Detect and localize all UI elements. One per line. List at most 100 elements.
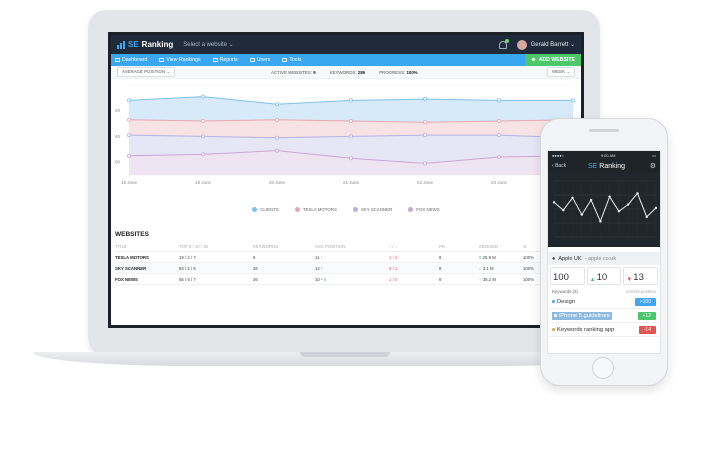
data-point [201, 152, 206, 157]
row-avg-position: 12 • [315, 266, 389, 271]
y-tick-label: 60 [115, 160, 121, 165]
data-point [274, 135, 279, 140]
data-point [274, 102, 279, 107]
mini-series-line [553, 192, 657, 223]
user-menu[interactable]: Gerald Barrett ⌄ [531, 41, 575, 48]
phone-status-bar: ●●●●○ 9:00 AM ▭ [548, 151, 660, 159]
col-updown[interactable]: ↑ / ↓ [389, 244, 439, 249]
x-tick-label: 21 June [343, 180, 360, 185]
legend-dot [294, 207, 300, 212]
nav-users[interactable]: Users [249, 57, 271, 63]
nav-view-rankings[interactable]: View Rankings [159, 57, 201, 63]
row-title[interactable]: FOX NEWS [115, 277, 179, 282]
data-point [422, 161, 427, 166]
nav-label: Dashboard [122, 57, 148, 63]
data-point [348, 134, 353, 139]
keywords-stat: KEYWORDS: 286 [330, 70, 365, 75]
legend-dot [352, 207, 358, 212]
avatar[interactable] [516, 39, 527, 50]
legend-item[interactable]: FOX NEWS [408, 207, 440, 212]
phone-title: SE Ranking [588, 163, 625, 170]
period-select[interactable]: WEEK ⌄ [547, 67, 575, 77]
col-keywords[interactable]: KEYWORDS [253, 244, 315, 249]
legend-item[interactable]: CLIENTS [252, 207, 279, 212]
mini-data-point [552, 201, 556, 204]
back-button[interactable]: ‹ Back [552, 163, 566, 169]
nav-tools[interactable]: Tools [282, 57, 301, 63]
battery-icon: ▭ [652, 152, 656, 158]
data-point [274, 148, 279, 153]
websites-table: TITLE TOP 3 / 10 / 30 KEYWORDS AVG POSIT… [115, 242, 577, 285]
data-point [422, 133, 427, 138]
app-logo[interactable]: SE Ranking [117, 40, 173, 49]
keyword-row[interactable]: iPhone 5 guidelines +12 [548, 309, 660, 323]
active-websites-stat: ACTIVE WEBSITES: 9 [271, 70, 316, 75]
stat-value: 100 [553, 272, 569, 283]
notifications-bell-icon[interactable] [498, 38, 509, 49]
legend-item[interactable]: TESLA MOTORS [294, 207, 337, 212]
x-tick-label: 18 June [121, 180, 138, 185]
stat-card: ▲ 10 [586, 267, 622, 285]
bing-icon: ○ [479, 265, 482, 271]
position-badge: +12 [637, 311, 656, 320]
keyword-row[interactable]: Design >100 [548, 295, 660, 309]
col-pr[interactable]: PR [439, 244, 479, 249]
y-tick-label: 40 [115, 134, 121, 139]
google-icon: 8 [479, 254, 482, 260]
keyword-text: iPhone 5 guidelines [559, 312, 610, 319]
mini-data-point [645, 215, 648, 219]
legend-label: FOX NEWS [416, 207, 440, 212]
table-row[interactable]: FOX NEWS 55 / 5 / 7 26 10 • 5 1 / 0 8 ○ … [115, 274, 577, 285]
add-website-button[interactable]: ⊕ ADD WEBSITE [525, 54, 581, 66]
phone-home-button[interactable] [592, 357, 614, 379]
col-top[interactable]: TOP 3 / 10 / 30 [179, 244, 253, 249]
x-tick-label: 19 June [195, 180, 212, 185]
table-row[interactable]: SKY SCANNER 84 / 2 / 6 26 12 • 5 / 1 8 ○… [115, 263, 577, 274]
tools-icon [282, 58, 288, 62]
mini-data-point [617, 210, 621, 213]
reports-icon [212, 58, 218, 62]
nav-label: View Rankings [166, 57, 201, 63]
data-point [496, 133, 501, 138]
row-indexed: 8 25.9 M [479, 255, 523, 260]
current-position-label: current position [625, 288, 656, 294]
legend-dot [408, 207, 414, 212]
col-title[interactable]: TITLE [115, 244, 179, 249]
data-point [126, 98, 131, 103]
data-point [126, 117, 131, 122]
phone-site-bar[interactable]: ● Apple UK - apple.co.uk [548, 252, 660, 265]
dashboard-icon [115, 58, 120, 62]
position-select[interactable]: AVERAGE POSITION ⌄ [117, 67, 176, 77]
legend-item[interactable]: SKY SCANNER [352, 207, 392, 212]
settings-gear-icon[interactable]: ⚙ [650, 162, 656, 170]
nav-label: Users [256, 57, 271, 63]
position-select-label: AVERAGE POSITION [122, 69, 166, 74]
position-badge: -14 [638, 325, 656, 334]
nav-dashboard[interactable]: Dashboard [115, 57, 147, 63]
mini-data-point [608, 195, 611, 198]
logo-prefix: SE [128, 40, 139, 49]
row-top: 19 / 2 / 7 [179, 254, 196, 260]
logo-name: Ranking [141, 40, 174, 49]
triangle-up-icon: ▲ [589, 277, 596, 283]
stat-value: 10 [596, 272, 608, 283]
row-pr: 8 [439, 276, 442, 282]
nav-reports[interactable]: Reports [212, 57, 238, 63]
stat-value: 13 [633, 272, 644, 283]
avg-value: 10 [315, 276, 320, 282]
website-selector[interactable]: Select a website ⌄ [183, 41, 233, 48]
x-tick-label: 20 June [269, 180, 286, 185]
user-name: Gerald Barrett [530, 42, 569, 48]
y-tick-label: 20 [115, 108, 121, 113]
phone-brand-name: Ranking [599, 162, 625, 170]
plus-icon: ⊕ [531, 57, 536, 63]
row-title[interactable]: SKY SCANNER [115, 266, 179, 271]
table-header: TITLE TOP 3 / 10 / 30 KEYWORDS AVG POSIT… [115, 242, 577, 252]
row-keywords: 8 [253, 254, 256, 260]
data-point [126, 133, 131, 138]
col-avg-position[interactable]: AVG POSITION [315, 244, 389, 249]
col-indexed[interactable]: INDEXED [479, 244, 523, 249]
row-title[interactable]: TESLA MOTORS [115, 255, 179, 260]
table-row[interactable]: TESLA MOTORS 19 / 2 / 7 8 11 ↑ 1 / 2 8 8… [115, 252, 577, 263]
keyword-row[interactable]: Keywords ranking app -14 [548, 323, 660, 337]
